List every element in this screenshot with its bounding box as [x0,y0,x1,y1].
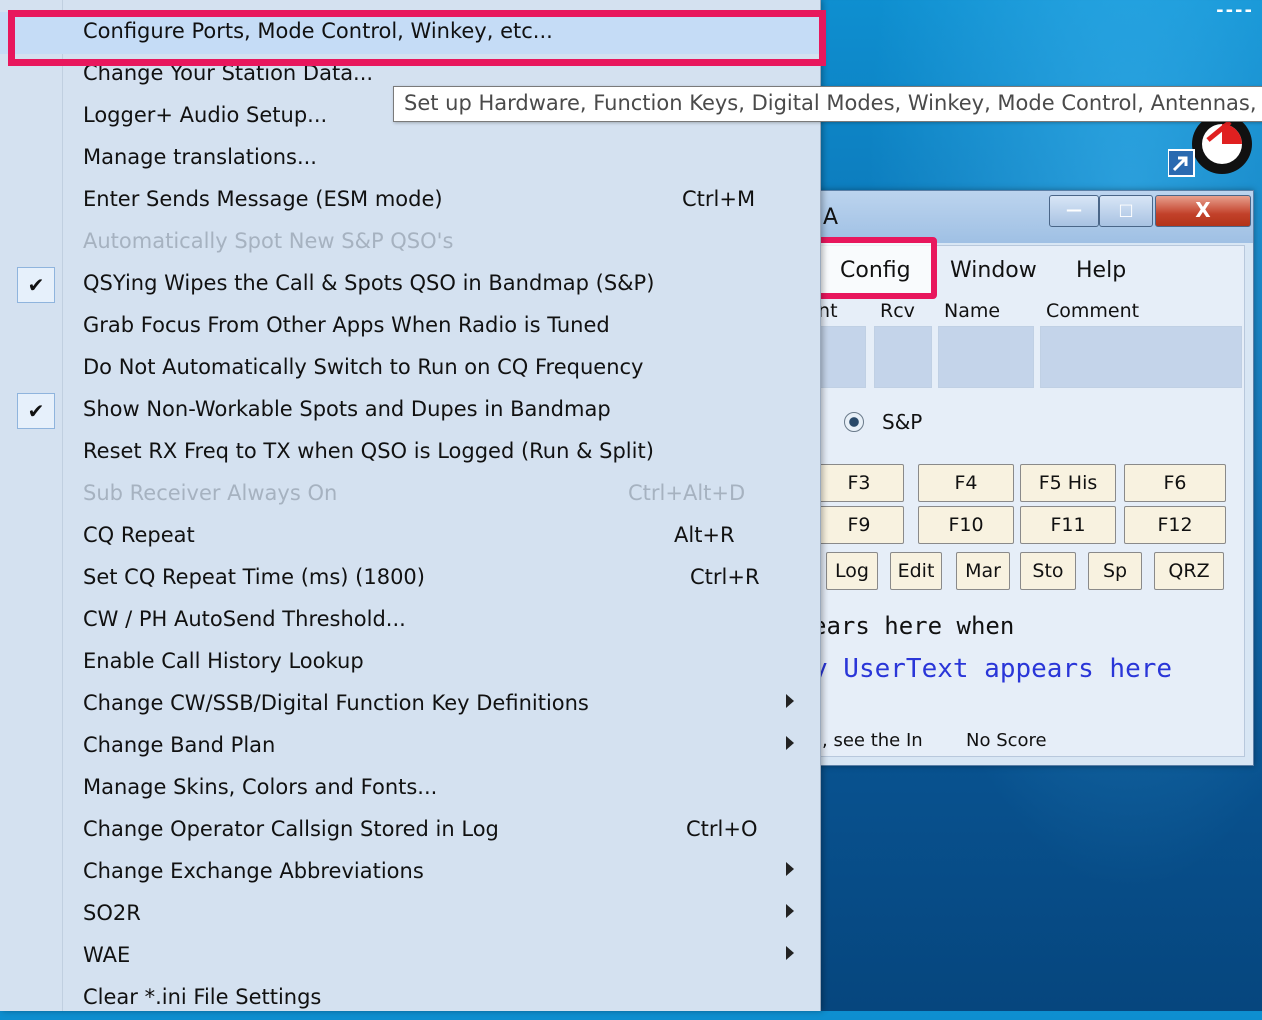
menu-item[interactable]: ✔ QSYing Wipes the Call & Spots QSO in Ba… [0,264,820,306]
menu-item-shortcut: Ctrl+R [690,565,760,589]
sp-radio[interactable] [844,412,864,432]
qrz-button[interactable]: QRZ [1154,552,1224,590]
menu-item-label: Set CQ Repeat Time (ms) (1800) [83,565,425,589]
menu-item[interactable]: Set CQ Repeat Time (ms) (1800) Ctrl+R [0,558,820,600]
tooltip: Set up Hardware, Function Keys, Digital … [393,86,1262,122]
usertext-line: y UserText appears here [812,654,1173,684]
submenu-arrow-icon [786,904,794,918]
menu-item-label: Show Non-Workable Spots and Dupes in Ban… [83,397,611,421]
menu-item[interactable]: Manage Skins, Colors and Fonts... [0,768,820,810]
menu-item-label: CQ Repeat [83,523,195,547]
menu-item[interactable]: Enable Call History Lookup [0,642,820,684]
info-text: ears here when [812,612,1015,640]
menu-item[interactable]: Change Exchange Abbreviations [0,852,820,894]
menu-item[interactable]: Reset RX Freq to TX when QSO is Logged (… [0,432,820,474]
config-dropdown-menu: Configure Ports, Mode Control, Winkey, e… [0,0,826,1011]
menu-item-label: Sub Receiver Always On [83,481,338,505]
f6-key[interactable]: F6 [1124,464,1226,502]
sp-radio-label: S&P [882,410,923,434]
column-rcv: Rcv [880,300,915,322]
window-title: A [823,205,839,230]
menu-window[interactable]: Window [950,258,1037,283]
rcv-input[interactable] [874,326,932,388]
maximize-button[interactable]: □ [1099,195,1153,227]
column-name: Name [944,300,1001,322]
menu-item-shortcut: Ctrl+M [682,187,756,211]
menu-item[interactable]: Change Band Plan [0,726,820,768]
menu-item[interactable]: Do Not Automatically Switch to Run on CQ… [0,348,820,390]
menu-item-highlight-box [8,10,826,66]
menu-item-label: Automatically Spot New S&P QSO's [83,229,454,253]
f12-key[interactable]: F12 [1124,506,1226,544]
menu-item-label: QSYing Wipes the Call & Spots QSO in Ban… [83,271,655,295]
mar-button[interactable]: Mar [956,552,1010,590]
menu-item-label: Change Band Plan [83,733,276,757]
submenu-arrow-icon [786,736,794,750]
f10-key[interactable]: F10 [918,506,1014,544]
edit-button[interactable]: Edit [890,552,942,590]
f3-key[interactable]: F3 [814,464,904,502]
menu-item-label: CW / PH AutoSend Threshold... [83,607,406,631]
menu-item-label: Reset RX Freq to TX when QSO is Logged (… [83,439,654,463]
f4-key[interactable]: F4 [918,464,1014,502]
submenu-arrow-icon [786,694,794,708]
menu-item-label: Change CW/SSB/Digital Function Key Defin… [83,691,589,715]
window-menubar: Config Window Help [792,237,1244,299]
menu-item[interactable]: Grab Focus From Other Apps When Radio is… [0,306,820,348]
log-button[interactable]: Log [826,552,878,590]
menu-item-label: Change Operator Callsign Stored in Log [83,817,499,841]
menu-item[interactable]: Clear *.ini File Settings [0,978,820,1020]
comment-input[interactable] [1040,326,1242,388]
menu-item: Automatically Spot New S&P QSO's [0,222,820,264]
status-score: No Score [966,730,1047,751]
menu-item-label: Clear *.ini File Settings [83,985,322,1009]
menu-config[interactable]: Config [840,258,911,283]
submenu-arrow-icon [786,862,794,876]
status-message: , see the In [822,730,923,751]
checkmark-icon: ✔ [17,267,55,303]
f11-key[interactable]: F11 [1020,506,1116,544]
menu-item[interactable]: WAE [0,936,820,978]
close-button[interactable]: X [1155,195,1251,227]
f9-key[interactable]: F9 [814,506,904,544]
menu-item-label: Do Not Automatically Switch to Run on CQ… [83,355,644,379]
menu-item[interactable]: SO2R [0,894,820,936]
menu-item-shortcut: Alt+R [674,523,735,547]
menu-item-label: Grab Focus From Other Apps When Radio is… [83,313,610,337]
menu-item-label: Change Exchange Abbreviations [83,859,424,883]
menu-item[interactable]: CQ Repeat Alt+R [0,516,820,558]
window-body: Config Window Help Snt Rcv Name Comment … [791,237,1245,757]
menu-item-shortcut: Ctrl+Alt+D [628,481,746,505]
column-comment: Comment [1046,300,1140,322]
sto-button[interactable]: Sto [1020,552,1076,590]
menu-item[interactable]: Change Operator Callsign Stored in Log Ct… [0,810,820,852]
shortcut-icon[interactable] [1167,114,1262,184]
menu-item-label: Enter Sends Message (ESM mode) [83,187,443,211]
menu-item[interactable]: Change CW/SSB/Digital Function Key Defin… [0,684,820,726]
menu-item-label: SO2R [83,901,141,925]
sp-button[interactable]: Sp [1088,552,1142,590]
window-titlebar[interactable]: A — □ X [781,191,1253,243]
menu-item-label: Enable Call History Lookup [83,649,364,673]
tooltip-text: Set up Hardware, Function Keys, Digital … [404,91,1257,115]
submenu-arrow-icon [786,946,794,960]
checkmark-icon: ✔ [17,393,55,429]
menu-item-label: WAE [83,943,131,967]
menu-help[interactable]: Help [1076,258,1126,283]
menu-item[interactable]: Manage translations... [0,138,820,180]
menu-item: Sub Receiver Always On Ctrl+Alt+D [0,474,820,516]
menu-item[interactable]: Enter Sends Message (ESM mode) Ctrl+M [0,180,820,222]
menu-item[interactable]: CW / PH AutoSend Threshold... [0,600,820,642]
desktop-corner-text: ---- [1216,0,1254,21]
menu-item-label: Manage Skins, Colors and Fonts... [83,775,438,799]
menu-item-label: Logger+ Audio Setup... [83,103,328,127]
menu-item-label: Manage translations... [83,145,317,169]
f5-key[interactable]: F5 His [1020,464,1116,502]
menu-item-shortcut: Ctrl+O [686,817,758,841]
logger-window: A — □ X Config Window Help Snt Rcv Name … [780,190,1254,766]
menu-item[interactable]: ✔ Show Non-Workable Spots and Dupes in Ba… [0,390,820,432]
name-input[interactable] [938,326,1034,388]
minimize-button[interactable]: — [1049,195,1099,227]
